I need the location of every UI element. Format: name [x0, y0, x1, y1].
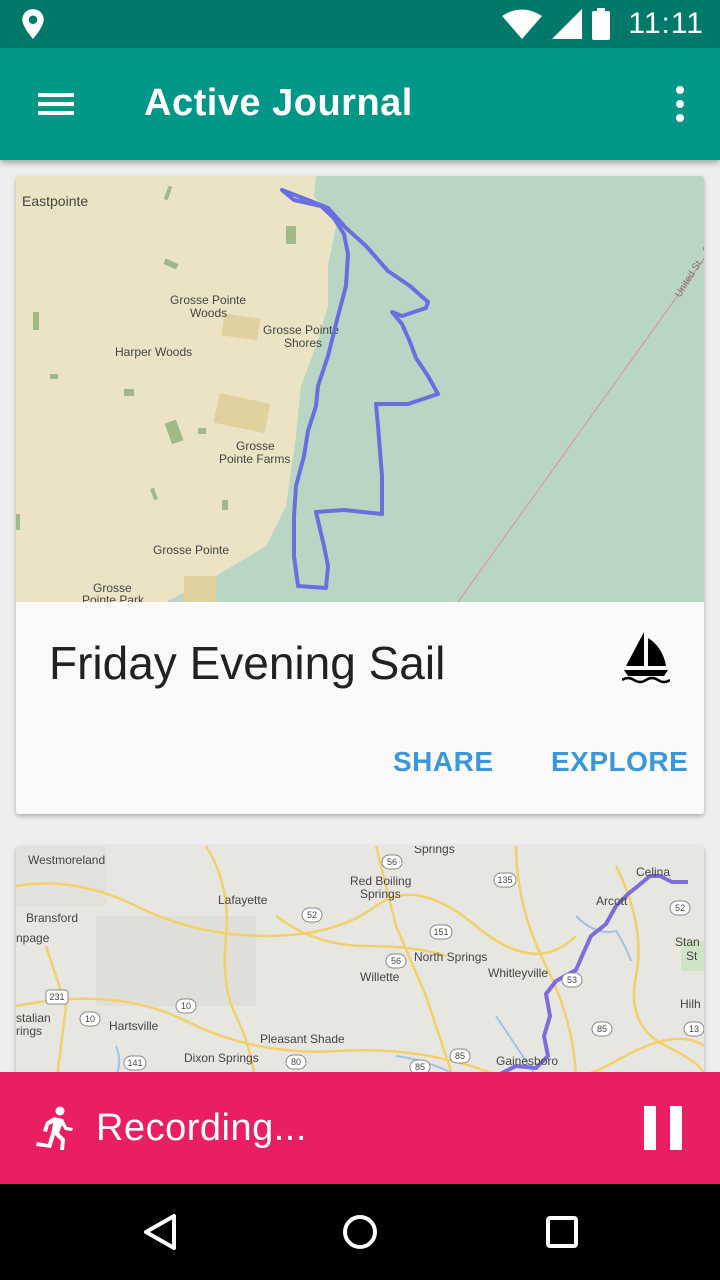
map-label: Springs: [360, 887, 401, 901]
hamburger-menu-icon[interactable]: [24, 80, 88, 128]
pause-icon[interactable]: [644, 1106, 682, 1150]
status-bar: 11:11: [0, 0, 720, 48]
route-shield: 56: [381, 854, 403, 870]
map-label: stalian: [16, 1011, 51, 1025]
svg-text:85: 85: [597, 1024, 607, 1034]
map-label: North Springs: [414, 950, 487, 964]
map-preview[interactable]: Eastpointe Grosse Pointe Woods Grosse Po…: [16, 176, 704, 602]
back-icon[interactable]: [136, 1208, 184, 1256]
svg-text:151: 151: [433, 927, 448, 937]
svg-text:141: 141: [127, 1058, 142, 1068]
map-label: St: [686, 949, 698, 963]
map-label: rings: [16, 1024, 42, 1038]
map-label: Westmoreland: [28, 853, 105, 867]
map-label: Gainesboro: [496, 1054, 558, 1068]
share-button[interactable]: SHARE: [393, 746, 494, 778]
page-title: Active Journal: [144, 82, 413, 124]
route-shield: 10: [175, 998, 197, 1014]
svg-text:80: 80: [291, 1057, 301, 1067]
map-label: Grosse Pointe: [153, 543, 229, 557]
map-label: Stan: [675, 935, 700, 949]
map-label: Dixon Springs: [184, 1051, 259, 1065]
svg-text:56: 56: [387, 857, 397, 867]
route-shield: 135: [493, 872, 517, 888]
journal-card: Westmoreland Springs Celina Red Boiling …: [16, 846, 704, 1086]
recents-icon[interactable]: [538, 1208, 586, 1256]
svg-text:10: 10: [181, 1001, 191, 1011]
map-label: Hartsville: [109, 1019, 159, 1033]
route-shield: 56: [385, 953, 407, 969]
map-label: Springs: [414, 846, 455, 856]
route-shield: 85: [591, 1021, 613, 1037]
directions-run-icon: [36, 1106, 73, 1150]
route-shield: 151: [429, 924, 453, 940]
clock: 11:11: [628, 7, 704, 40]
explore-button[interactable]: EXPLORE: [551, 746, 688, 778]
svg-text:56: 56: [391, 956, 401, 966]
app-bar: Active Journal: [0, 48, 720, 160]
map-label: Grosse: [236, 439, 275, 453]
map-label: Eastpointe: [22, 193, 88, 209]
route-shield: 53: [561, 972, 583, 988]
map-label: npage: [16, 931, 50, 945]
signal-icon: [552, 9, 583, 39]
map-label: Pointe Farms: [219, 452, 290, 466]
map-label: Grosse Pointe: [263, 323, 339, 337]
svg-text:53: 53: [567, 975, 577, 985]
route-shield: 80: [285, 1054, 307, 1070]
journal-card: Eastpointe Grosse Pointe Woods Grosse Po…: [16, 176, 704, 814]
route-shield: 85: [449, 1048, 471, 1064]
recording-bar[interactable]: Recording...: [0, 1072, 720, 1184]
battery-icon: [592, 8, 611, 40]
map-label: Harper Woods: [115, 345, 192, 359]
wifi-icon: [502, 9, 543, 39]
svg-text:85: 85: [455, 1051, 465, 1061]
svg-text:13: 13: [689, 1024, 699, 1034]
map-label: Shores: [284, 336, 322, 350]
route-shield: 10: [79, 1011, 101, 1027]
card-title: Friday Evening Sail: [49, 637, 446, 689]
route-shield: 13: [683, 1021, 704, 1037]
map-label: Whitleyville: [488, 966, 548, 980]
map-label: Arcott: [596, 894, 628, 908]
svg-text:52: 52: [307, 910, 317, 920]
map-label: Red Boiling: [350, 874, 411, 888]
route-shield: 52: [301, 907, 323, 923]
map-label: Celina: [636, 865, 670, 879]
svg-text:85: 85: [415, 1062, 425, 1072]
sailboat-icon: [622, 632, 670, 684]
svg-text:52: 52: [675, 903, 685, 913]
map-label: Pleasant Shade: [260, 1032, 345, 1046]
map-preview[interactable]: Westmoreland Springs Celina Red Boiling …: [16, 846, 704, 1086]
map-label: Pointe Park: [82, 593, 145, 602]
map-label: Grosse Pointe: [170, 293, 246, 307]
svg-text:231: 231: [49, 992, 64, 1002]
svg-text:10: 10: [85, 1014, 95, 1024]
map-label: Woods: [190, 306, 227, 320]
map-label: Lafayette: [218, 893, 268, 907]
recording-label: Recording...: [96, 1107, 307, 1149]
home-icon[interactable]: [336, 1208, 384, 1256]
system-nav-bar: [0, 1184, 720, 1280]
location-icon: [22, 9, 44, 39]
route-shield: 231: [45, 989, 69, 1005]
route-shield: 52: [669, 900, 691, 916]
map-label: Hilh: [680, 997, 701, 1011]
more-vert-icon[interactable]: [660, 80, 700, 128]
map-label: Willette: [360, 970, 400, 984]
route-shield: 141: [123, 1055, 147, 1071]
map-label: Bransford: [26, 911, 78, 925]
svg-text:135: 135: [497, 875, 512, 885]
